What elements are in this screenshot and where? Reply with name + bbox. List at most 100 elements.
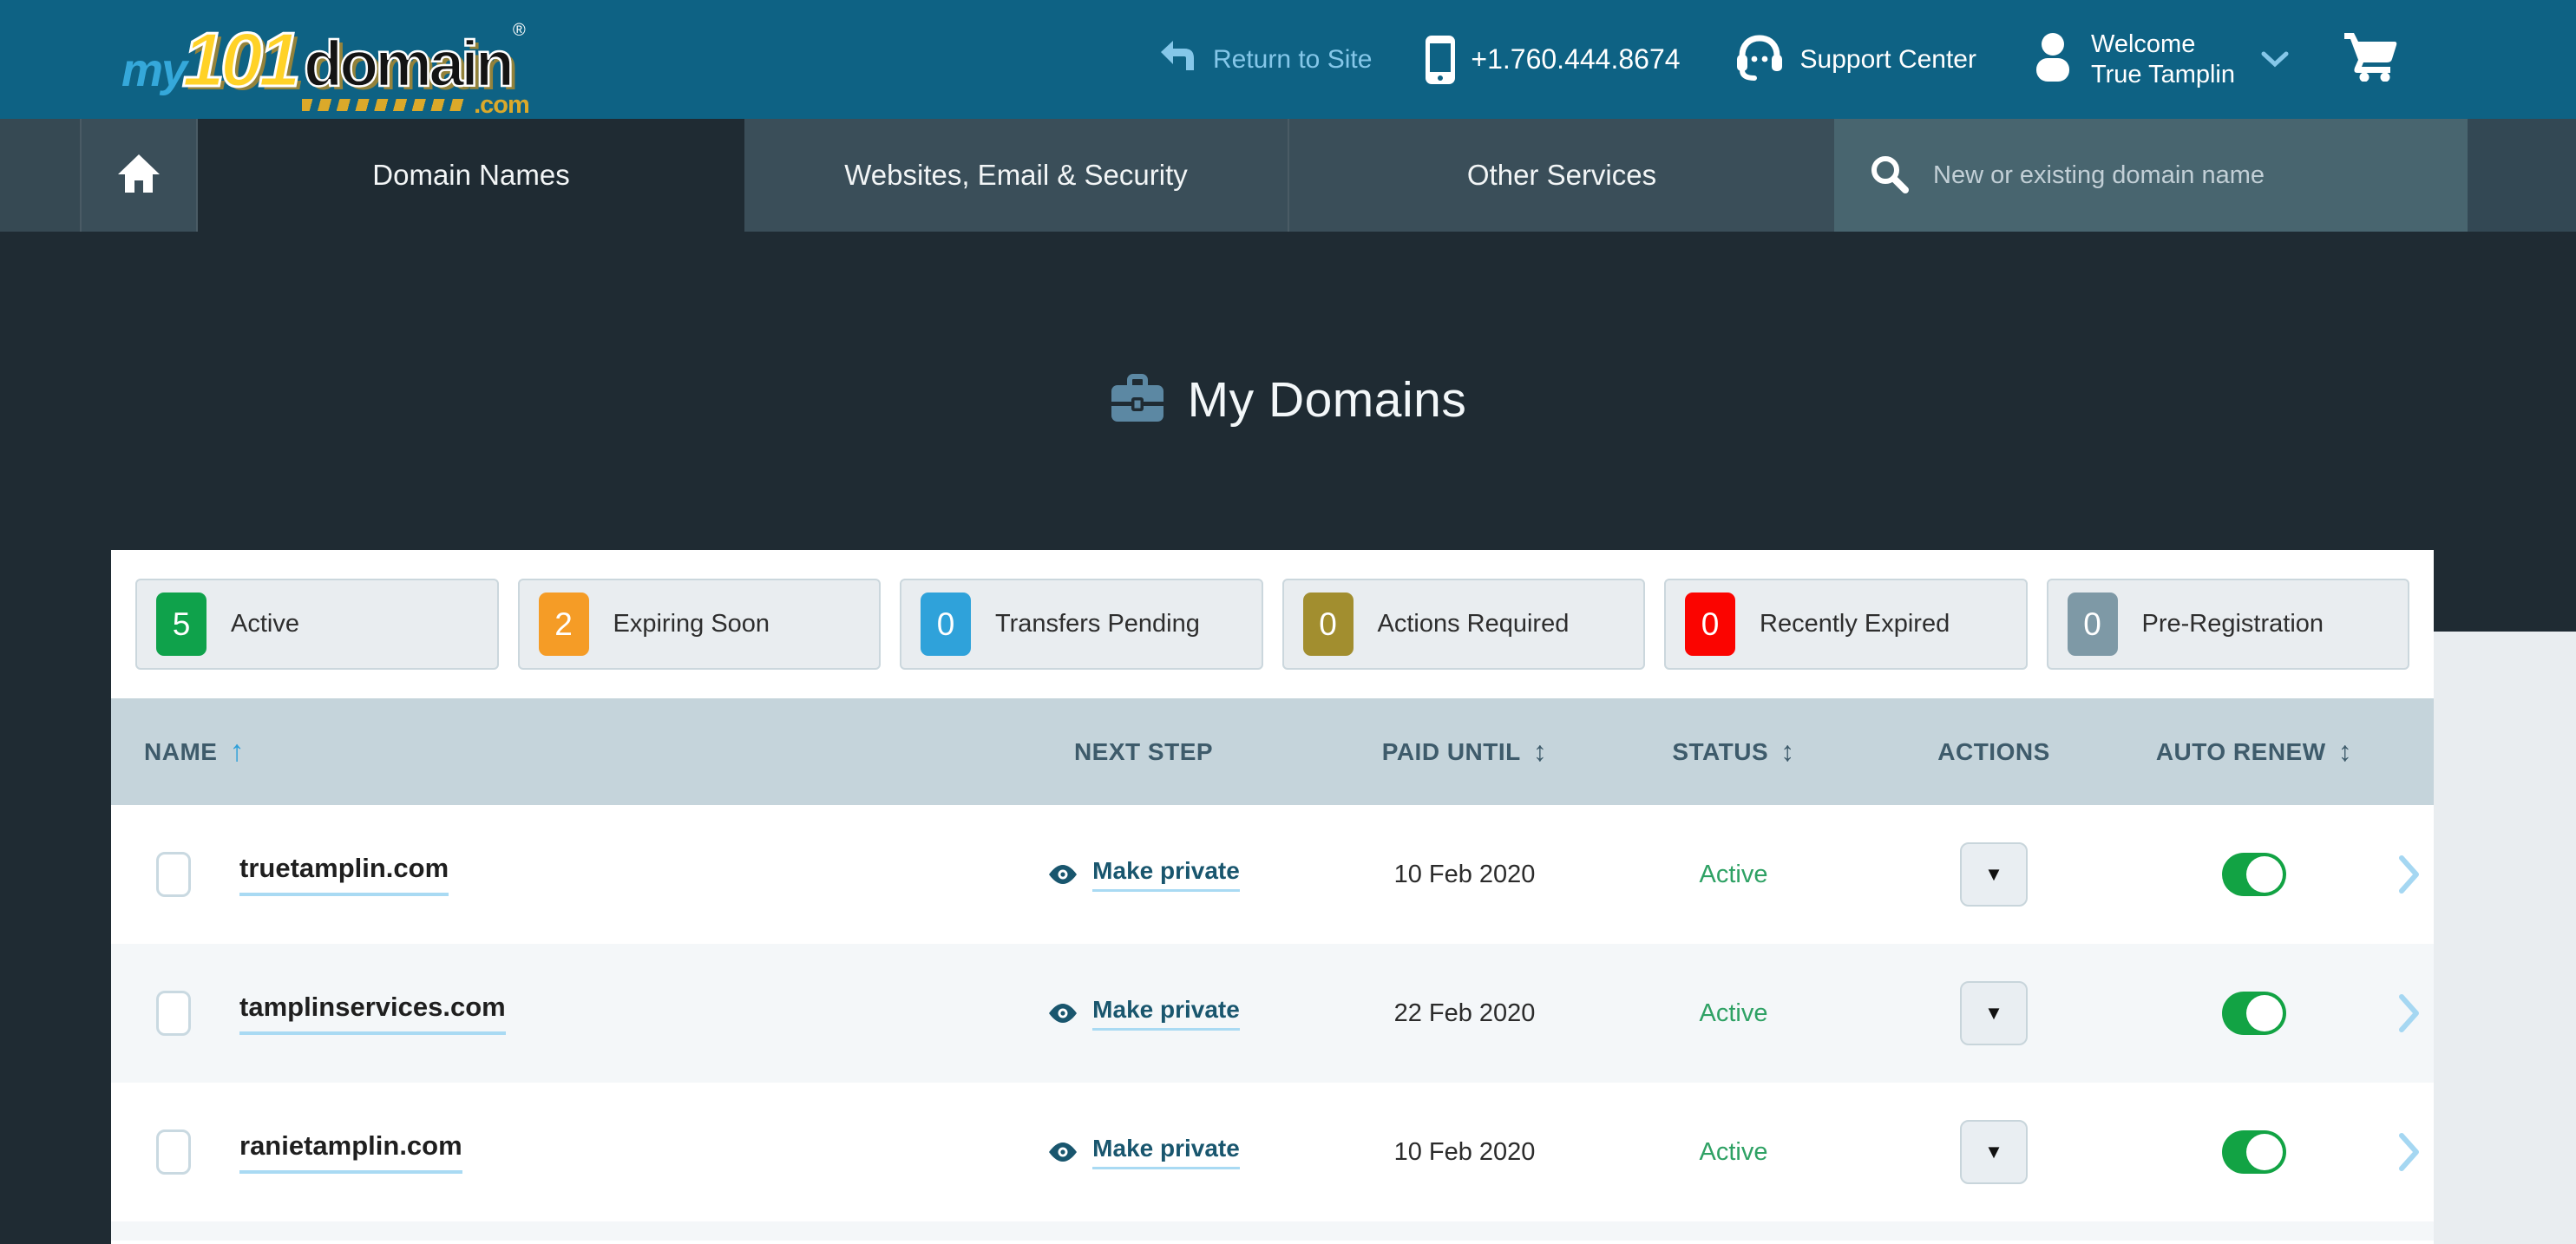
column-header-name[interactable]: NAME ↑ — [111, 735, 961, 769]
welcome-line1: Welcome — [2091, 30, 2195, 58]
auto-renew-toggle[interactable] — [2222, 1130, 2286, 1174]
make-private-label: Make private — [1092, 1135, 1240, 1169]
status-badge: Active — [1603, 999, 1864, 1028]
status-badge: Active — [1603, 861, 1864, 889]
domain-name-link[interactable]: truetamplin.com — [239, 853, 449, 896]
chevron-right-icon — [2398, 1132, 2421, 1172]
main-nav: Domain Names Websites, Email & Security … — [0, 119, 2576, 232]
count-badge: 2 — [539, 593, 589, 656]
make-private-label: Make private — [1092, 857, 1240, 892]
actions-dropdown-button[interactable]: ▼ — [1960, 1120, 2028, 1184]
home-button[interactable] — [80, 119, 198, 232]
chevron-right-icon — [2398, 854, 2421, 894]
tab-websites-email-security-label: Websites, Email & Security — [844, 159, 1188, 192]
column-header-paid-until[interactable]: PAID UNTIL ↕ — [1326, 736, 1603, 768]
row-checkbox[interactable] — [156, 991, 191, 1036]
row-expand-chevron[interactable] — [2384, 1132, 2434, 1172]
summary-cards-row: 5 Active 2 Expiring Soon 0 Transfers Pen… — [111, 550, 2434, 670]
sort-both-icon[interactable]: ↕ — [2338, 736, 2353, 768]
column-header-label: NAME — [144, 738, 217, 766]
chevron-down-icon — [2261, 51, 2289, 69]
row-expand-chevron[interactable] — [2384, 993, 2434, 1033]
site-logo[interactable]: my101domain® .com — [121, 16, 526, 104]
actions-dropdown-button[interactable]: ▼ — [1960, 981, 2028, 1045]
phone-contact[interactable]: +1.760.444.8674 — [1426, 36, 1680, 84]
column-header-label: NEXT STEP — [1074, 738, 1213, 766]
logo-text-101: 101 — [182, 16, 297, 104]
home-icon — [116, 153, 161, 199]
topbar-items: Return to Site +1.760.444.8674 — [1159, 29, 2398, 88]
column-header-label: STATUS — [1672, 738, 1768, 766]
domain-search-input[interactable] — [1931, 160, 2421, 191]
nav-right-fill — [2468, 119, 2576, 232]
row-expand-chevron[interactable] — [2384, 854, 2434, 894]
support-center-label: Support Center — [1800, 45, 1976, 75]
table-row: truetamplin.com Make private 10 Feb 2020… — [111, 805, 2434, 944]
paid-until-value: 22 Feb 2020 — [1326, 999, 1603, 1028]
page-title: My Domains — [1188, 371, 1467, 429]
page: my101domain® .com Return to Site +1.760.… — [0, 0, 2576, 1244]
auto-renew-toggle[interactable] — [2222, 853, 2286, 896]
row-checkbox[interactable] — [156, 852, 191, 897]
summary-card-label: Transfers Pending — [995, 610, 1200, 638]
auto-renew-toggle[interactable] — [2222, 992, 2286, 1035]
column-header-auto-renew[interactable]: AUTO RENEW ↕ — [2124, 736, 2384, 768]
summary-card-label: Pre-Registration — [2142, 610, 2324, 638]
tab-other-services[interactable]: Other Services — [1289, 119, 1834, 232]
sort-both-icon[interactable]: ↕ — [1780, 736, 1795, 768]
return-to-site-link[interactable]: Return to Site — [1159, 39, 1372, 81]
summary-card-label: Actions Required — [1378, 610, 1570, 638]
eye-icon — [1047, 863, 1078, 886]
eye-icon — [1047, 1002, 1078, 1025]
column-header-label: PAID UNTIL — [1382, 738, 1521, 766]
return-to-site-label: Return to Site — [1213, 45, 1372, 75]
sort-both-icon[interactable]: ↕ — [1533, 736, 1548, 768]
row-checkbox[interactable] — [156, 1129, 191, 1175]
support-center-link[interactable]: Support Center — [1734, 32, 1976, 88]
table-row-partial — [111, 1221, 2434, 1241]
phone-number: +1.760.444.8674 — [1471, 43, 1680, 75]
page-header: My Domains — [0, 363, 2576, 436]
eye-icon — [1047, 1141, 1078, 1163]
column-header-label: AUTO RENEW — [2156, 738, 2326, 766]
summary-card-recently-expired[interactable]: 0 Recently Expired — [1664, 579, 2028, 670]
column-header-actions: ACTIONS — [1864, 738, 2124, 766]
account-menu[interactable]: Welcome True Tamplin — [2030, 29, 2289, 88]
count-badge: 5 — [156, 593, 206, 656]
chevron-right-icon — [2398, 993, 2421, 1033]
tab-domain-names[interactable]: Domain Names — [198, 119, 744, 232]
user-icon — [2030, 31, 2075, 88]
table-row: ranietamplin.com Make private 10 Feb 202… — [111, 1083, 2434, 1221]
actions-dropdown-button[interactable]: ▼ — [1960, 842, 2028, 907]
cart-button[interactable] — [2343, 31, 2398, 88]
tab-other-services-label: Other Services — [1467, 159, 1656, 192]
nav-left-edge — [0, 119, 80, 232]
briefcase-icon — [1110, 373, 1165, 428]
summary-card-active[interactable]: 5 Active — [135, 579, 499, 670]
paid-until-value: 10 Feb 2020 — [1326, 1138, 1603, 1167]
logo-text-domain: domain — [304, 27, 511, 101]
caret-down-icon: ▼ — [1984, 1002, 2003, 1025]
summary-card-label: Recently Expired — [1760, 610, 1950, 638]
tab-websites-email-security[interactable]: Websites, Email & Security — [744, 119, 1289, 232]
make-private-link[interactable]: Make private — [1047, 996, 1240, 1031]
tab-domain-names-label: Domain Names — [372, 159, 569, 192]
make-private-link[interactable]: Make private — [1047, 1135, 1240, 1169]
sort-asc-icon[interactable]: ↑ — [229, 735, 245, 769]
summary-card-pre-registration[interactable]: 0 Pre-Registration — [2047, 579, 2410, 670]
column-header-status[interactable]: STATUS ↕ — [1603, 736, 1864, 768]
domain-name-link[interactable]: tamplinservices.com — [239, 992, 506, 1035]
right-side-gray-panel — [2434, 632, 2576, 1244]
logo-text-my: my — [121, 43, 186, 97]
summary-card-label: Expiring Soon — [613, 610, 770, 638]
make-private-link[interactable]: Make private — [1047, 857, 1240, 892]
domain-name-link[interactable]: ranietamplin.com — [239, 1130, 462, 1174]
summary-card-expiring-soon[interactable]: 2 Expiring Soon — [518, 579, 882, 670]
caret-down-icon: ▼ — [1984, 1141, 2003, 1163]
table-row: tamplinservices.com Make private 22 Feb … — [111, 944, 2434, 1083]
paid-until-value: 10 Feb 2020 — [1326, 861, 1603, 889]
column-header-next-step: NEXT STEP — [961, 738, 1326, 766]
count-badge: 0 — [921, 593, 971, 656]
summary-card-actions-required[interactable]: 0 Actions Required — [1282, 579, 1646, 670]
summary-card-transfers-pending[interactable]: 0 Transfers Pending — [900, 579, 1263, 670]
